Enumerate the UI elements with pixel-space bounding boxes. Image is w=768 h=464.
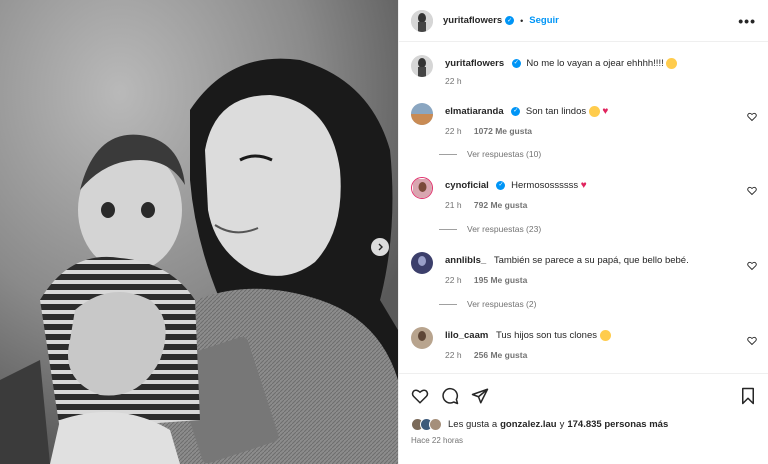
- replies-divider: [439, 303, 457, 305]
- comment-text: También se parece a su papá, que bello b…: [493, 255, 689, 266]
- verified-badge-icon: ✓: [511, 58, 521, 68]
- paper-plane-icon[interactable]: [471, 387, 489, 405]
- author-avatar-image: [411, 9, 433, 32]
- liker-avatar: [429, 418, 442, 431]
- like-comment-heart-icon[interactable]: [747, 336, 757, 346]
- view-replies-label: Ver respuestas (2): [467, 299, 537, 309]
- follow-button[interactable]: Seguir: [529, 15, 559, 26]
- comment-username[interactable]: annlibls_: [445, 255, 486, 266]
- comment-text: Hermosossssss: [511, 180, 579, 191]
- commenter-avatar[interactable]: [411, 252, 433, 274]
- view-replies-button[interactable]: Ver respuestas (2): [439, 299, 536, 309]
- commenter-avatar-image: [411, 103, 433, 125]
- commenter-avatar-image: [411, 327, 433, 349]
- likes-user[interactable]: gonzalez.lau: [500, 419, 556, 430]
- author-username[interactable]: yuritaflowers: [443, 15, 502, 26]
- red-heart-emoji-icon: ♥: [602, 106, 609, 117]
- instagram-post: yuritaflowers ✓ • Seguir ••• yuritaflowe…: [0, 0, 768, 464]
- likes-connector: y: [559, 419, 565, 430]
- comment-likes[interactable]: 792 Me gusta: [474, 200, 527, 210]
- caption-username[interactable]: yuritaflowers: [445, 58, 504, 69]
- post-header: yuritaflowers ✓ • Seguir •••: [399, 0, 768, 42]
- likes-count[interactable]: 174.835 personas más: [567, 419, 668, 430]
- comment-username[interactable]: lilo_caam: [445, 330, 488, 341]
- author-avatar[interactable]: [411, 9, 433, 32]
- red-heart-emoji-icon: ♥: [580, 180, 587, 191]
- comment-time[interactable]: 21 h: [445, 200, 462, 210]
- comment-item: lilo_caam Tus hijos son tus clones 22 h …: [411, 327, 757, 360]
- verified-badge-icon: ✓: [505, 16, 515, 25]
- view-replies-button[interactable]: Ver respuestas (10): [439, 149, 541, 159]
- comments-list[interactable]: yuritaflowers ✓ No me lo vayan a ojear e…: [399, 43, 768, 373]
- post-photo[interactable]: [0, 0, 398, 464]
- comment-item: annlibls_ También se parece a su papá, q…: [411, 252, 757, 285]
- like-comment-heart-icon[interactable]: [747, 261, 757, 271]
- comment-time[interactable]: 22 h: [445, 126, 462, 136]
- chevron-right-icon: [378, 243, 383, 251]
- posted-time[interactable]: Hace 22 horas: [411, 436, 463, 445]
- caption-time[interactable]: 22 h: [445, 76, 462, 86]
- commenter-avatar-image: [412, 178, 432, 198]
- comment-text: Tus hijos son tus clones: [495, 330, 597, 341]
- commenter-avatar-image: [411, 252, 433, 274]
- post-footer: Les gusta a gonzalez.lau y 174.835 perso…: [399, 373, 768, 464]
- comment-username[interactable]: elmatiaranda: [445, 106, 504, 117]
- caption: yuritaflowers ✓ No me lo vayan a ojear e…: [411, 55, 757, 86]
- comment-time[interactable]: 22 h: [445, 275, 462, 285]
- commenter-avatar[interactable]: [411, 177, 433, 199]
- replies-divider: [439, 153, 457, 155]
- caption-avatar[interactable]: [411, 55, 433, 77]
- caption-text: No me lo vayan a ojear ehhhh!!!!: [526, 58, 664, 69]
- view-replies-label: Ver respuestas (10): [467, 149, 542, 159]
- comment-text: Son tan lindos: [525, 106, 587, 117]
- like-comment-heart-icon[interactable]: [747, 186, 757, 196]
- liker-avatars: [411, 418, 442, 431]
- commenter-avatar[interactable]: [411, 103, 433, 125]
- comment-likes[interactable]: 256 Me gusta: [474, 350, 527, 360]
- view-replies-label: Ver respuestas (23): [467, 224, 542, 234]
- comment-likes[interactable]: 1072 Me gusta: [474, 126, 532, 136]
- grinning-face-emoji-icon: [666, 57, 678, 69]
- black-and-white-photo: [0, 0, 398, 464]
- likes-prefix: Les gusta a: [448, 419, 498, 430]
- comment-likes[interactable]: 195 Me gusta: [474, 275, 527, 285]
- more-options-button[interactable]: •••: [738, 13, 756, 29]
- comment-username[interactable]: cynoficial: [445, 180, 489, 191]
- heart-eyes-emoji-icon: [599, 329, 611, 341]
- verified-badge-icon: ✓: [511, 106, 521, 116]
- heart-outline-icon[interactable]: [411, 387, 429, 405]
- bookmark-icon[interactable]: [739, 387, 757, 405]
- replies-divider: [439, 228, 457, 230]
- action-bar: [411, 386, 757, 406]
- likes-summary[interactable]: Les gusta a gonzalez.lau y 174.835 perso…: [411, 418, 668, 431]
- commenter-avatar[interactable]: [411, 327, 433, 349]
- comment-time[interactable]: 22 h: [445, 350, 462, 360]
- like-comment-heart-icon[interactable]: [747, 112, 757, 122]
- comment-item: cynoficial ✓ Hermosossssss ♥ 21 h 792 Me…: [411, 177, 757, 210]
- view-replies-button[interactable]: Ver respuestas (23): [439, 224, 541, 234]
- separator-dot: •: [520, 15, 524, 26]
- comment-item: elmatiaranda ✓ Son tan lindos ♥ 22 h 107…: [411, 103, 757, 136]
- comment-bubble-icon[interactable]: [441, 387, 459, 405]
- caption-avatar-image: [411, 55, 433, 77]
- heart-eyes-emoji-icon: [588, 105, 600, 117]
- post-side-panel: yuritaflowers ✓ • Seguir ••• yuritaflowe…: [398, 0, 768, 464]
- verified-badge-icon: ✓: [496, 180, 506, 190]
- next-photo-button[interactable]: [371, 238, 389, 256]
